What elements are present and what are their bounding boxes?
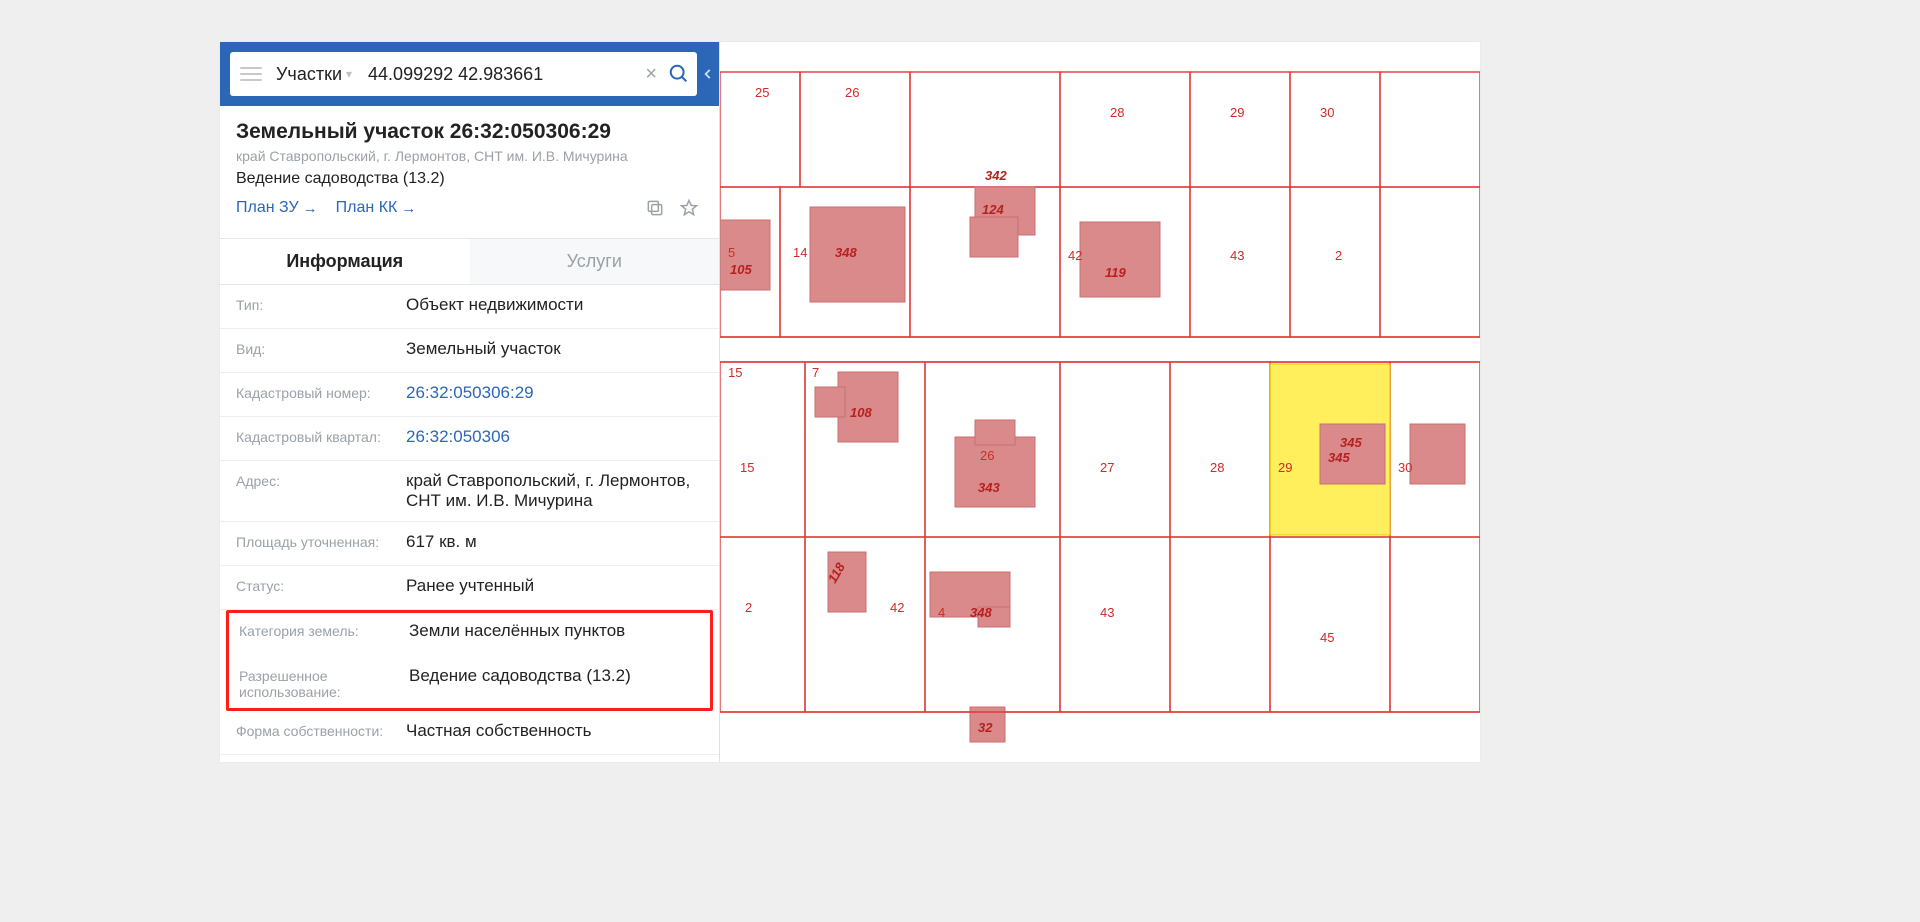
parcel-label: 30 xyxy=(1398,460,1412,475)
plan-links-row: План ЗУ→ План КК→ xyxy=(236,198,703,218)
details-panel: Участки ▾ × Земельный участок 26:32:0503… xyxy=(220,42,720,762)
building-label: 108 xyxy=(850,405,872,420)
building-label: 343 xyxy=(978,480,1000,495)
search-category-label[interactable]: Участки xyxy=(276,64,342,85)
plan-zu-label: План ЗУ xyxy=(236,199,299,217)
building-label: 105 xyxy=(730,262,752,277)
cadastral-app: Участки ▾ × Земельный участок 26:32:0503… xyxy=(220,42,1480,762)
clear-icon[interactable]: × xyxy=(645,63,657,86)
menu-icon[interactable] xyxy=(240,63,262,85)
search-box: Участки ▾ × xyxy=(230,52,697,96)
row-type: Тип:Объект недвижимости xyxy=(220,285,719,329)
info-rows: Тип:Объект недвижимости Вид:Земельный уч… xyxy=(220,285,719,762)
parcel-label: 28 xyxy=(1110,105,1124,120)
parcel-label: 43 xyxy=(1230,248,1244,263)
search-icon[interactable] xyxy=(667,62,691,86)
building-label: 345 xyxy=(1340,435,1362,450)
object-header: Земельный участок 26:32:050306:29 край С… xyxy=(220,106,719,226)
row-kind: Вид:Земельный участок xyxy=(220,329,719,373)
plan-kk-link[interactable]: План КК→ xyxy=(336,199,417,217)
row-cadnum: Кадастровый номер:26:32:050306:29 xyxy=(220,373,719,417)
building-label: 342 xyxy=(985,168,1007,183)
arrow-right-icon: → xyxy=(401,200,416,217)
parcel-label: 29 xyxy=(1230,105,1244,120)
parcel-label: 4 xyxy=(938,605,945,620)
chevron-down-icon[interactable]: ▾ xyxy=(346,67,352,81)
parcel-label: 27 xyxy=(1100,460,1114,475)
parcel-label: 2 xyxy=(1335,248,1342,263)
plan-zu-link[interactable]: План ЗУ→ xyxy=(236,199,318,217)
parcel-label: 45 xyxy=(1320,630,1334,645)
row-ownership: Форма собственности:Частная собственност… xyxy=(220,711,719,755)
parcel-label: 26 xyxy=(845,85,859,100)
arrow-right-icon: → xyxy=(303,200,318,217)
search-input[interactable] xyxy=(368,64,635,85)
parcel-label: 29 xyxy=(1278,460,1292,475)
parcel-label: 2 xyxy=(745,600,752,615)
building-label: 348 xyxy=(970,605,992,620)
building-label: 348 xyxy=(835,245,857,260)
parcel-label: 14 xyxy=(793,245,807,260)
parcel-label: 15 xyxy=(740,460,754,475)
tab-info[interactable]: Информация xyxy=(220,239,470,284)
parcel-label: 15 xyxy=(728,365,742,380)
parcel-label: 42 xyxy=(890,600,904,615)
row-value: Кадастровая стоимость:343 107,53 руб. xyxy=(220,755,719,762)
copy-icon[interactable] xyxy=(645,198,665,218)
row-area: Площадь уточненная:617 кв. м xyxy=(220,522,719,566)
building-label: 119 xyxy=(1105,265,1126,280)
collapse-panel-button[interactable] xyxy=(697,67,719,81)
object-address-short: край Ставропольский, г. Лермонтов, СНТ и… xyxy=(236,148,703,164)
parcel-label: 43 xyxy=(1100,605,1114,620)
row-land-category: Категория земель:Земли населённых пункто… xyxy=(229,613,710,657)
row-address: Адрес:край Ставропольский, г. Лермонтов,… xyxy=(220,461,719,522)
highlighted-rows: Категория земель:Земли населённых пункто… xyxy=(226,610,713,711)
parcel-label: 7 xyxy=(812,365,819,380)
parcel-label: 30 xyxy=(1320,105,1334,120)
search-bar-container: Участки ▾ × xyxy=(220,42,719,106)
row-cadblock: Кадастровый квартал:26:32:050306 xyxy=(220,417,719,461)
row-permitted-use: Разрешенное использование:Ведение садово… xyxy=(229,657,710,708)
star-icon[interactable] xyxy=(679,198,699,218)
tabs: Информация Услуги xyxy=(220,238,719,285)
plan-kk-label: План КК xyxy=(336,199,398,217)
cadastral-map[interactable]: 25 26 28 29 30 5 105 14 348 xyxy=(720,42,1480,762)
parcel-label: 5 xyxy=(728,245,735,260)
building-label: 345 xyxy=(1328,450,1350,465)
building-label: 32 xyxy=(978,720,993,735)
parcel-label: 25 xyxy=(755,85,769,100)
parcel-label: 26 xyxy=(980,448,994,463)
object-title: Земельный участок 26:32:050306:29 xyxy=(236,120,703,144)
parcel-label: 42 xyxy=(1068,248,1082,263)
object-usage: Ведение садоводства (13.2) xyxy=(236,170,703,188)
building-label: 124 xyxy=(982,202,1004,217)
row-status: Статус:Ранее учтенный xyxy=(220,566,719,610)
parcel-label: 28 xyxy=(1210,460,1224,475)
tab-services[interactable]: Услуги xyxy=(470,239,720,284)
